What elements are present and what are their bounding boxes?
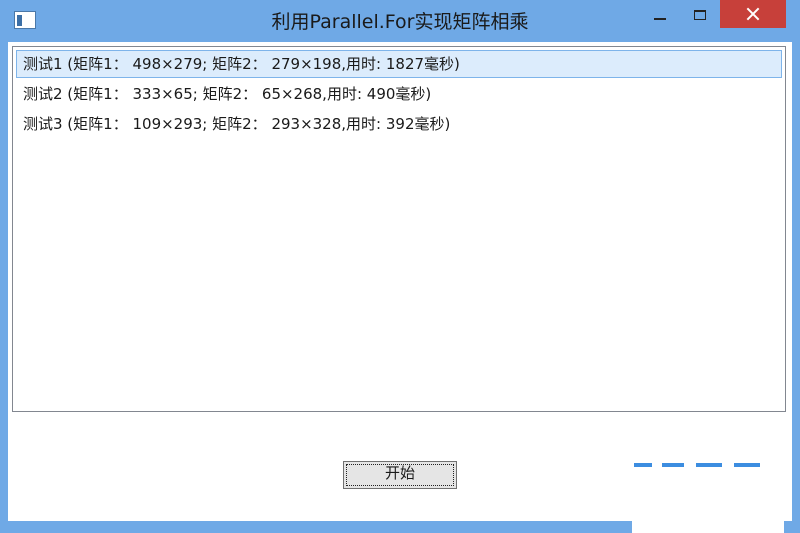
start-button[interactable]: 开始	[343, 461, 457, 489]
maximize-icon	[694, 10, 706, 20]
minimize-icon	[654, 18, 666, 20]
list-item[interactable]: 测试3 (矩阵1： 109×293; 矩阵2： 293×328,用时: 392毫…	[16, 110, 782, 138]
minimize-button[interactable]	[640, 0, 680, 30]
close-button[interactable]	[720, 0, 786, 28]
close-icon	[746, 7, 760, 21]
window-title: 利用Parallel.For实现矩阵相乘	[271, 11, 529, 33]
list-item[interactable]: 测试2 (矩阵1： 333×65; 矩阵2： 65×268,用时: 490毫秒)	[16, 80, 782, 108]
list-item[interactable]: 测试1 (矩阵1： 498×279; 矩阵2： 279×198,用时: 1827…	[16, 50, 782, 78]
client-area: 测试1 (矩阵1： 498×279; 矩阵2： 279×198,用时: 1827…	[8, 42, 792, 521]
app-window-icon[interactable]	[14, 11, 36, 29]
title-bar[interactable]: 利用Parallel.For实现矩阵相乘	[0, 0, 800, 42]
maximize-button[interactable]	[680, 0, 720, 30]
watermark-logo	[634, 463, 764, 471]
results-listbox[interactable]: 测试1 (矩阵1： 498×279; 矩阵2： 279×198,用时: 1827…	[12, 46, 786, 412]
app-window: 利用Parallel.For实现矩阵相乘 测试1 (矩阵1： 498×279; …	[0, 0, 800, 533]
